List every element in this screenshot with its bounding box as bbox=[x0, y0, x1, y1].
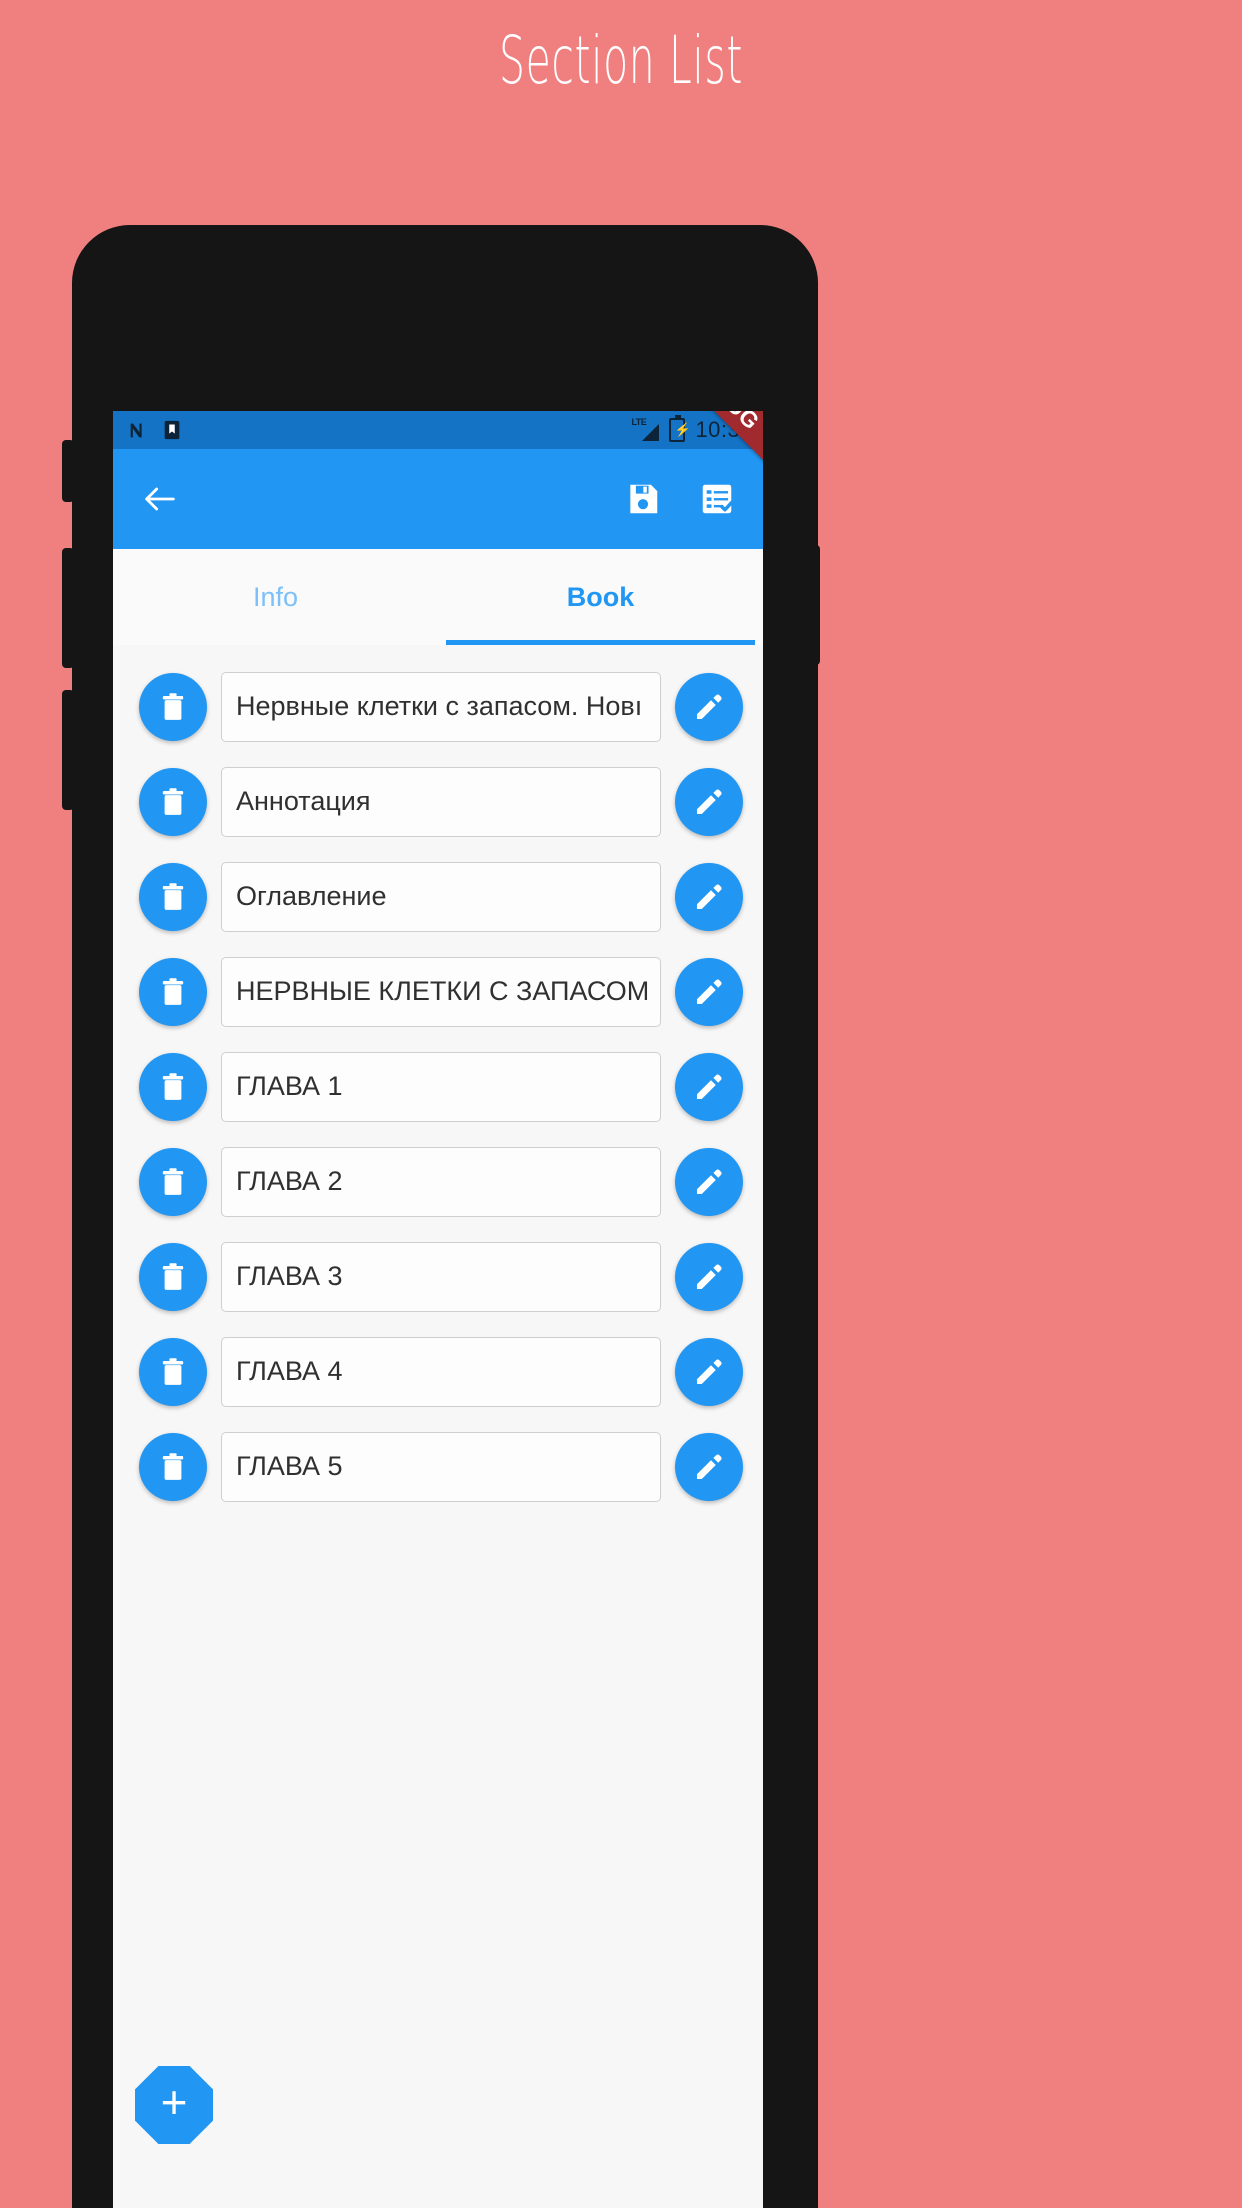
pencil-icon bbox=[696, 1074, 722, 1099]
delete-button[interactable] bbox=[139, 767, 207, 836]
section-title-input[interactable]: ГЛАВА 4 bbox=[221, 1336, 661, 1407]
trash-icon bbox=[162, 882, 184, 910]
section-title-input[interactable]: ГЛАВА 2 bbox=[221, 1146, 661, 1217]
list-check-icon[interactable] bbox=[695, 477, 739, 521]
delete-button[interactable] bbox=[139, 1337, 207, 1406]
pencil-icon bbox=[696, 1264, 722, 1289]
trash-icon bbox=[162, 1262, 184, 1290]
edit-button[interactable] bbox=[675, 862, 743, 931]
trash-icon bbox=[162, 977, 184, 1005]
section-title-input[interactable]: Аннотация bbox=[221, 766, 661, 837]
edit-button[interactable] bbox=[675, 957, 743, 1026]
notification-n-icon bbox=[130, 423, 142, 438]
section-title-input[interactable]: ГЛАВА 3 bbox=[221, 1241, 661, 1312]
delete-button[interactable] bbox=[139, 862, 207, 931]
delete-button[interactable] bbox=[139, 1147, 207, 1216]
save-icon[interactable] bbox=[621, 477, 665, 521]
pencil-icon bbox=[696, 1359, 722, 1384]
trash-icon bbox=[162, 1167, 184, 1195]
app-bar bbox=[113, 449, 763, 549]
section-title-input[interactable]: ГЛАВА 1 bbox=[221, 1051, 661, 1122]
trash-icon bbox=[162, 1357, 184, 1385]
section-title-input[interactable]: Нервные клетки с запасом. Новı bbox=[221, 671, 661, 742]
status-bar-left bbox=[127, 419, 183, 441]
back-arrow-icon[interactable] bbox=[137, 476, 183, 522]
clock-label: 10:32 bbox=[695, 417, 753, 442]
delete-button[interactable] bbox=[139, 672, 207, 741]
battery-charging-icon: ⚡ bbox=[669, 415, 691, 442]
phone-screen: LTE ⚡ 10:32 Info Book Нервные клетки с з… bbox=[113, 411, 763, 2208]
edit-button[interactable] bbox=[675, 1242, 743, 1311]
table-row: Оглавление bbox=[113, 849, 763, 944]
table-row: ГЛАВА 2 bbox=[113, 1134, 763, 1229]
page-title: Section List bbox=[498, 22, 744, 99]
phone-button-mute bbox=[62, 440, 74, 502]
delete-button[interactable] bbox=[139, 957, 207, 1026]
section-title-input[interactable]: ГЛАВА 5 bbox=[221, 1431, 661, 1502]
tab-book[interactable]: Book bbox=[438, 549, 763, 645]
status-bar: LTE ⚡ 10:32 bbox=[113, 411, 763, 449]
signal-bars-icon: LTE bbox=[631, 417, 660, 442]
section-title-input[interactable]: НЕРВНЫЕ КЛЕТКИ С ЗАПАСОМ bbox=[221, 956, 661, 1027]
phone-button-power bbox=[806, 545, 820, 665]
plus-icon: + bbox=[160, 2076, 188, 2128]
edit-button[interactable] bbox=[675, 1337, 743, 1406]
section-list: Нервные клетки с запасом. Новı Аннотация bbox=[113, 645, 763, 1514]
tab-info[interactable]: Info bbox=[113, 549, 438, 645]
table-row: НЕРВНЫЕ КЛЕТКИ С ЗАПАСОМ bbox=[113, 944, 763, 1039]
delete-button[interactable] bbox=[139, 1052, 207, 1121]
edit-button[interactable] bbox=[675, 1432, 743, 1501]
section-title-input[interactable]: Оглавление bbox=[221, 861, 661, 932]
edit-button[interactable] bbox=[675, 1052, 743, 1121]
pencil-icon bbox=[696, 979, 722, 1004]
phone-button-volume-down bbox=[62, 690, 74, 810]
table-row: ГЛАВА 3 bbox=[113, 1229, 763, 1324]
table-row: Аннотация bbox=[113, 754, 763, 849]
app-bar-actions bbox=[621, 477, 739, 521]
table-row: ГЛАВА 5 bbox=[113, 1419, 763, 1514]
add-section-fab[interactable]: + bbox=[135, 2066, 213, 2144]
edit-button[interactable] bbox=[675, 767, 743, 836]
pencil-icon bbox=[696, 789, 722, 814]
edit-button[interactable] bbox=[675, 672, 743, 741]
phone-button-volume-up bbox=[62, 548, 74, 668]
delete-button[interactable] bbox=[139, 1432, 207, 1501]
pencil-icon bbox=[696, 1454, 722, 1479]
tab-bar: Info Book bbox=[113, 549, 763, 645]
table-row: ГЛАВА 4 bbox=[113, 1324, 763, 1419]
table-row: ГЛАВА 1 bbox=[113, 1039, 763, 1134]
pencil-icon bbox=[696, 1169, 722, 1194]
pencil-icon bbox=[696, 884, 722, 909]
trash-icon bbox=[162, 787, 184, 815]
bookmark-app-icon bbox=[164, 420, 180, 440]
edit-button[interactable] bbox=[675, 1147, 743, 1216]
delete-button[interactable] bbox=[139, 1242, 207, 1311]
pencil-icon bbox=[696, 694, 722, 719]
trash-icon bbox=[162, 692, 184, 720]
status-bar-right: LTE ⚡ 10:32 bbox=[631, 415, 753, 443]
trash-icon bbox=[162, 1072, 184, 1100]
trash-icon bbox=[162, 1452, 184, 1480]
table-row: Нервные клетки с запасом. Новı bbox=[113, 659, 763, 754]
